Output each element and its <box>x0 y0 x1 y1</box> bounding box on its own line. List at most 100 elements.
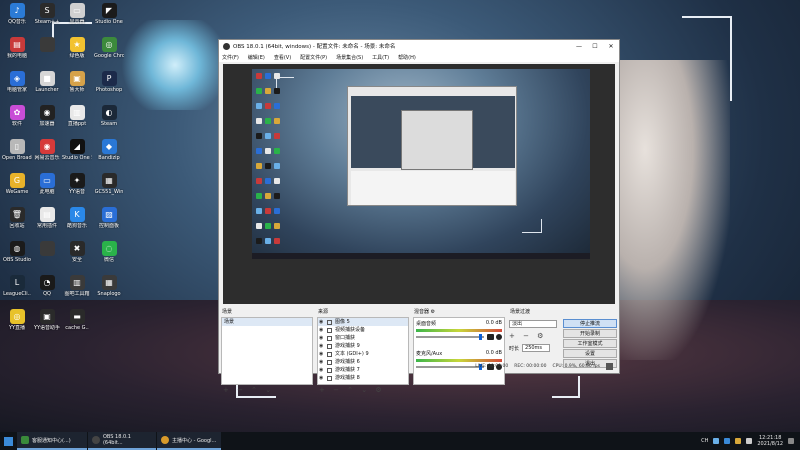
scenes-list[interactable]: 场景 <box>221 317 313 385</box>
volume-knob[interactable] <box>479 334 482 340</box>
obs-titlebar[interactable]: OBS 18.0.1 (64bit, windows) - 配置文件: 未命名 … <box>219 40 619 52</box>
sources-tools[interactable]: + − ⌃ ⌄ ⚙ <box>319 386 385 394</box>
gear-icon[interactable] <box>496 334 502 340</box>
desktop-icon[interactable]: ■ Launcher <box>32 71 62 93</box>
desktop-icon[interactable]: ▤ 常用插件 <box>32 207 62 229</box>
desktop-icon[interactable]: ◤ Studio One <box>94 3 124 25</box>
studio-mode-button[interactable]: 工作室模式 <box>563 339 617 348</box>
visibility-icon[interactable]: ◉ <box>319 350 326 358</box>
menu-scene-collection[interactable]: 场景集合(S) <box>336 54 363 61</box>
transition-tools[interactable]: + − ⚙ <box>509 332 546 340</box>
scenes-tools[interactable]: + − ⌃ ⌄ <box>223 386 274 394</box>
desktop-icon[interactable]: ▯Open Broadcast <box>2 139 32 161</box>
desktop-icon[interactable]: ♪ QQ音乐 <box>2 3 32 25</box>
desktop-icon[interactable]: ◎ YY直播 <box>2 309 32 331</box>
desktop-icon[interactable]: ◈ 电脑管家 <box>2 71 32 93</box>
desktop-icon[interactable]: G WeGame <box>2 173 32 195</box>
desktop-icon[interactable]: ◢ Studio One 5 <box>62 139 92 161</box>
desktop-icon[interactable]: P Photoshop <box>94 71 124 93</box>
desktop-icon[interactable]: ✖ 安全 <box>62 241 92 263</box>
desktop-icon[interactable]: ▬ cache G.. <box>62 309 92 331</box>
source-item[interactable]: ◉ 图像 5 <box>318 318 408 326</box>
speaker-icon[interactable] <box>487 334 494 340</box>
volume-slider[interactable] <box>416 334 484 340</box>
desktop-icon[interactable] <box>32 241 62 257</box>
visibility-icon[interactable]: ◉ <box>319 374 326 382</box>
desktop-icon[interactable]: ◆ Bandizip <box>94 139 124 161</box>
desktop-icon[interactable]: ◔ QQ <box>32 275 62 297</box>
notification-icon[interactable] <box>788 438 794 444</box>
ime-indicator[interactable]: CH <box>701 438 708 444</box>
close-button[interactable]: ✕ <box>603 43 619 50</box>
scene-item[interactable]: 场景 <box>222 318 312 326</box>
start-recording-button[interactable]: 开始录制 <box>563 329 617 338</box>
visibility-icon[interactable]: ◉ <box>319 318 326 326</box>
desktop-icon[interactable]: ◉ 加速器 <box>32 105 62 127</box>
lock-icon[interactable] <box>327 351 332 357</box>
source-item[interactable]: ◉ 游戏捕获 9 <box>318 342 408 350</box>
minimize-button[interactable]: — <box>571 43 587 50</box>
desktop-icon[interactable]: ▦ GC551_Win <box>94 173 124 195</box>
speaker-icon[interactable] <box>746 438 753 444</box>
source-item[interactable]: ◉ 文本 (GDI+) 9 <box>318 350 408 358</box>
source-item[interactable]: ◉ 游戏捕获 8 <box>318 374 408 382</box>
settings-button[interactable]: 设置 <box>563 349 617 358</box>
desktop-icon[interactable]: ◎Google Chrome <box>94 37 124 59</box>
preview-canvas[interactable] <box>252 69 590 259</box>
lock-icon[interactable] <box>327 335 332 341</box>
menu-file[interactable]: 文件(F) <box>222 54 239 61</box>
lock-icon[interactable] <box>327 319 332 325</box>
desktop-icon[interactable]: ✿ 软件 <box>2 105 32 127</box>
taskbar-item[interactable]: 主播中心 - Googl... <box>157 432 221 450</box>
desktop-icon[interactable]: ◉ 网易云音乐 <box>32 139 62 161</box>
stop-streaming-button[interactable]: 停止推流 <box>563 319 617 328</box>
desktop-icon[interactable]: ▭ 此电脑 <box>32 173 62 195</box>
lock-icon[interactable] <box>327 375 332 381</box>
source-item[interactable]: ◉ 窗口捕获 <box>318 334 408 342</box>
desktop-icon[interactable]: ▣ 鲁大师 <box>62 71 92 93</box>
gear-icon[interactable]: ⚙ <box>375 386 384 394</box>
sources-list[interactable]: ◉ 图像 5 ◉ 视频捕获设备 ◉ 窗口捕获 ◉ 游戏捕获 9 ◉ 文本 (GDI+) 9… <box>317 317 409 385</box>
menu-edit[interactable]: 编辑(E) <box>248 54 265 61</box>
desktop-icon[interactable]: ◌ 微信 <box>94 241 124 263</box>
obs-preview[interactable] <box>223 64 615 304</box>
desktop-icon[interactable]: ▭ 显示器 <box>62 3 92 25</box>
desktop-icon[interactable] <box>32 37 62 53</box>
menu-help[interactable]: 帮助(H) <box>398 54 416 61</box>
menu-view[interactable]: 查看(V) <box>274 54 291 61</box>
desktop-icon[interactable]: L LeagueCli.. <box>2 275 32 297</box>
lock-icon[interactable] <box>327 327 332 333</box>
visibility-icon[interactable]: ◉ <box>319 334 326 342</box>
taskbar-item[interactable]: OBS 18.0.1 (64bit... <box>88 432 156 450</box>
visibility-icon[interactable]: ◉ <box>319 342 326 350</box>
desktop-icon[interactable]: ▦ Snaplogo <box>94 275 124 297</box>
desktop-icon[interactable]: 🗑 回收站 <box>2 207 32 229</box>
desktop-icon[interactable]: ◐ Steam <box>94 105 124 127</box>
taskbar-item[interactable]: 客服通知中心(...) <box>17 432 87 450</box>
desktop-icon[interactable]: ▤ 我的电脑 <box>2 37 32 59</box>
desktop-icon[interactable]: S Steam++ <box>32 3 62 25</box>
desktop-icon[interactable]: ▥ 图吧工具箱 <box>62 275 92 297</box>
lock-icon[interactable] <box>327 343 332 349</box>
desktop-icon[interactable]: K 酷狗音乐 <box>62 207 92 229</box>
desktop-icon[interactable]: ★ 绿色版 <box>62 37 92 59</box>
gear-icon[interactable]: ⚙ <box>431 309 435 315</box>
duration-input[interactable]: 250ms <box>522 344 551 352</box>
visibility-icon[interactable]: ◉ <box>319 326 326 334</box>
network-icon[interactable] <box>713 438 720 444</box>
app-icon: ✦ <box>69 173 85 188</box>
desktop-icon[interactable]: ✦ YY语音 <box>62 173 92 195</box>
source-item[interactable]: ◉ 视频捕获设备 <box>318 326 408 334</box>
clock[interactable]: 12:21:18 2021/8/12 <box>757 435 783 447</box>
desktop-icon[interactable]: ▥ 直播ppt <box>62 105 92 127</box>
desktop-icon[interactable]: ▣ YY语音助手 <box>32 309 62 331</box>
desktop-icon[interactable]: ▨ 控制面板 <box>94 207 124 229</box>
menu-profile[interactable]: 配置文件(P) <box>300 54 327 61</box>
desktop-icon[interactable]: ◍ OBS Studio <box>2 241 32 263</box>
transition-select[interactable]: 淡出 <box>509 320 557 328</box>
maximize-button[interactable]: ☐ <box>587 43 603 50</box>
app-tray-icon[interactable] <box>735 438 742 444</box>
start-button[interactable] <box>0 432 17 450</box>
menu-tools[interactable]: 工具(T) <box>372 54 389 61</box>
shield-icon[interactable] <box>724 438 731 444</box>
